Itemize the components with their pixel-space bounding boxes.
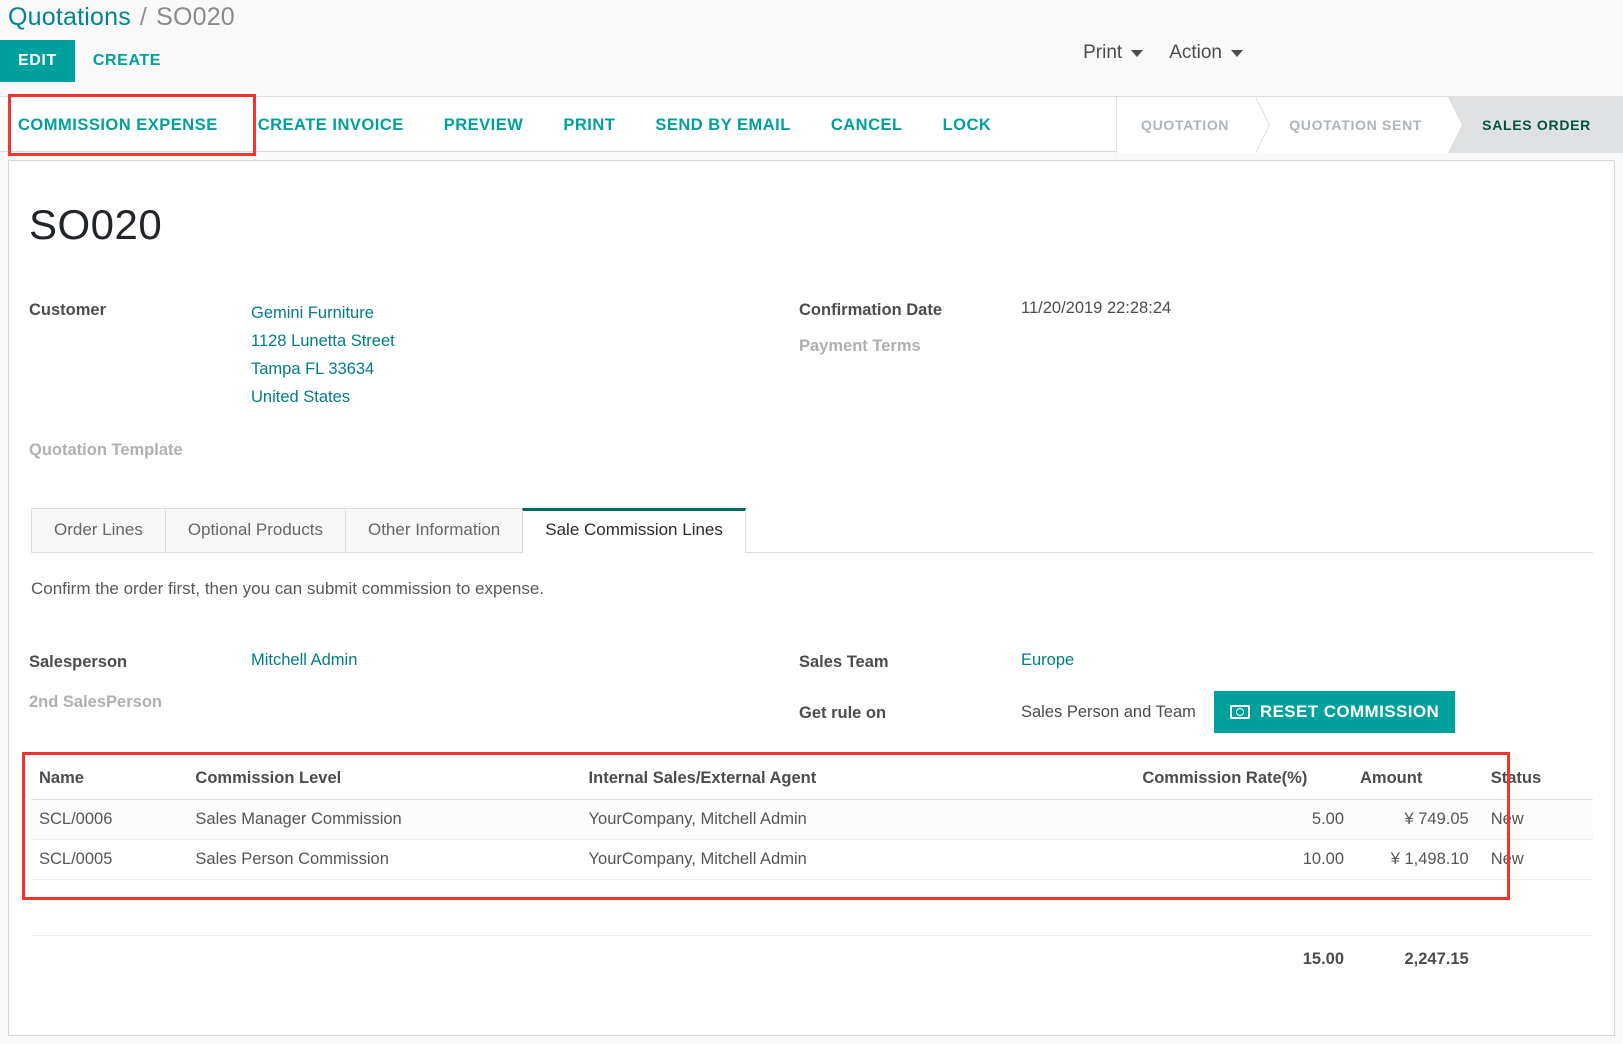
- cell-amount: ¥ 749.05: [1352, 799, 1477, 840]
- customer-name[interactable]: Gemini Furniture: [251, 299, 395, 327]
- header-fields: Customer Gemini Furniture 1128 Lunetta S…: [29, 299, 1589, 467]
- salesperson-value[interactable]: Mitchell Admin: [251, 651, 357, 670]
- get-rule-on-label: Get rule on: [799, 703, 887, 722]
- cell-agent: YourCompany, Mitchell Admin: [580, 839, 1135, 880]
- commission-table-header-row: Name Commission Level Internal Sales/Ext…: [31, 759, 1593, 800]
- record-menus: Print Action: [1083, 42, 1243, 64]
- cell-commission-rate: 5.00: [1134, 799, 1353, 840]
- payment-terms-label: Payment Terms: [799, 337, 921, 355]
- cell-agent: YourCompany, Mitchell Admin: [580, 799, 1135, 840]
- confirmation-date-value[interactable]: 11/20/2019 22:28:24: [1021, 299, 1171, 318]
- edit-button[interactable]: EDIT: [0, 40, 75, 82]
- customer-address-line-2[interactable]: Tampa FL 33634: [251, 355, 395, 383]
- lock-button[interactable]: LOCK: [923, 97, 1012, 153]
- pipeline-stage-quotation-sent[interactable]: QUOTATION SENT: [1255, 97, 1464, 153]
- commission-fields-left: Salesperson Mitchell Admin 2nd SalesPers…: [29, 651, 799, 733]
- breadcrumb-current: SO020: [156, 2, 235, 31]
- cell-commission-level: Sales Manager Commission: [187, 799, 581, 840]
- breadcrumb-root[interactable]: Quotations: [8, 3, 131, 32]
- commission-fields-right: Sales Team Europe Get rule on Sales Pers…: [799, 651, 1569, 733]
- table-row[interactable]: SCL/0006 Sales Manager Commission YourCo…: [31, 799, 1593, 840]
- commission-expense-button[interactable]: COMMISSION EXPENSE: [0, 97, 238, 153]
- field-sales-team: Sales Team Europe: [799, 651, 1569, 679]
- statusbar-actions: COMMISSION EXPENSE CREATE INVOICE PREVIE…: [0, 97, 1011, 153]
- customer-label: Customer: [29, 301, 107, 319]
- column-header-name[interactable]: Name: [31, 759, 188, 800]
- record-toolbar: EDIT CREATE: [0, 40, 179, 82]
- money-icon: [1229, 705, 1250, 719]
- print-button[interactable]: PRINT: [543, 97, 635, 153]
- commission-table-head: Name Commission Level Internal Sales/Ext…: [31, 759, 1593, 800]
- action-menu[interactable]: Action: [1169, 42, 1243, 64]
- cell-amount: ¥ 1,498.10: [1352, 839, 1477, 880]
- cancel-button[interactable]: CANCEL: [811, 97, 923, 153]
- quotation-template-label: Quotation Template: [29, 441, 183, 459]
- column-header-status[interactable]: Status: [1476, 759, 1593, 800]
- header-fields-left: Customer Gemini Furniture 1128 Lunetta S…: [29, 299, 799, 467]
- chevron-down-icon: [1131, 49, 1144, 57]
- field-customer: Customer Gemini Furniture 1128 Lunetta S…: [29, 299, 799, 411]
- commission-table-body: SCL/0006 Sales Manager Commission YourCo…: [31, 799, 1593, 936]
- customer-country[interactable]: United States: [251, 383, 395, 411]
- preview-button[interactable]: PREVIEW: [424, 97, 544, 153]
- field-quotation-template: Quotation Template: [29, 439, 799, 467]
- commission-hint-text: Confirm the order first, then you can su…: [31, 579, 545, 598]
- customer-address-line-1[interactable]: 1128 Lunetta Street: [251, 327, 395, 355]
- customer-value: Gemini Furniture 1128 Lunetta Street Tam…: [251, 299, 395, 411]
- notebook-tabs: Order Lines Optional Products Other Info…: [31, 507, 1593, 553]
- print-menu[interactable]: Print: [1083, 42, 1144, 64]
- column-header-amount[interactable]: Amount: [1352, 759, 1477, 800]
- tab-sale-commission-lines[interactable]: Sale Commission Lines: [522, 508, 746, 553]
- salesperson-label: Salesperson: [29, 653, 128, 671]
- statusbar: COMMISSION EXPENSE CREATE INVOICE PREVIE…: [0, 96, 1623, 153]
- sales-order-form: Quotations / SO020 EDIT CREATE Print Act…: [0, 0, 1623, 1044]
- cell-name: SCL/0006: [31, 799, 188, 840]
- get-rule-on-value[interactable]: Sales Person and Team: [1021, 703, 1196, 722]
- tab-order-lines[interactable]: Order Lines: [31, 508, 166, 552]
- action-menu-label: Action: [1169, 42, 1222, 63]
- tab-other-information[interactable]: Other Information: [344, 508, 524, 552]
- form-sheet: SO020 Customer Gemini Furniture 1128 Lun…: [8, 160, 1615, 1036]
- cell-status: New: [1476, 799, 1593, 840]
- confirmation-date-label: Confirmation Date: [799, 301, 943, 319]
- field-salesperson: Salesperson Mitchell Admin: [29, 651, 799, 679]
- print-menu-label: Print: [1083, 42, 1123, 63]
- sales-team-label: Sales Team: [799, 653, 889, 671]
- commission-lines-table: Name Commission Level Internal Sales/Ext…: [31, 759, 1593, 979]
- commission-table-footer: 15.00 2,247.15: [31, 935, 1593, 979]
- field-confirmation-date: Confirmation Date 11/20/2019 22:28:24: [799, 299, 1569, 327]
- send-by-email-button[interactable]: SEND BY EMAIL: [635, 97, 810, 153]
- breadcrumb: Quotations / SO020: [8, 0, 235, 34]
- table-row[interactable]: SCL/0005 Sales Person Commission YourCom…: [31, 839, 1593, 880]
- field-get-rule-on: Get rule on Sales Person and Team RESET …: [799, 691, 1569, 733]
- reset-commission-label: RESET COMMISSION: [1259, 702, 1440, 721]
- sales-team-value[interactable]: Europe: [1021, 651, 1074, 670]
- field-payment-terms: Payment Terms: [799, 335, 1569, 363]
- column-header-agent[interactable]: Internal Sales/External Agent: [580, 759, 1135, 800]
- header-fields-right: Confirmation Date 11/20/2019 22:28:24 Pa…: [799, 299, 1569, 467]
- breadcrumb-separator: /: [139, 2, 148, 31]
- pipeline-stage-sales-order[interactable]: SALES ORDER: [1448, 97, 1623, 153]
- reset-commission-button[interactable]: RESET COMMISSION: [1213, 691, 1456, 733]
- cell-status: New: [1476, 839, 1593, 880]
- cell-commission-level: Sales Person Commission: [187, 839, 581, 880]
- table-empty-row: [31, 879, 1593, 936]
- page-title: SO020: [29, 201, 163, 248]
- pipeline-stage-quotation[interactable]: QUOTATION: [1117, 97, 1271, 153]
- column-header-commission-rate[interactable]: Commission Rate(%): [1134, 759, 1353, 800]
- create-button[interactable]: CREATE: [75, 40, 179, 82]
- status-pipeline: QUOTATION QUOTATION SENT SALES ORDER: [1116, 97, 1623, 153]
- chevron-down-icon: [1231, 49, 1243, 57]
- second-salesperson-label: 2nd SalesPerson: [29, 693, 162, 711]
- commission-fields: Salesperson Mitchell Admin 2nd SalesPers…: [29, 651, 1589, 733]
- total-commission-rate: 15.00: [1134, 935, 1353, 979]
- column-header-commission-level[interactable]: Commission Level: [187, 759, 581, 800]
- field-second-salesperson: 2nd SalesPerson: [29, 691, 799, 719]
- totals-row: 15.00 2,247.15: [31, 935, 1593, 979]
- cell-commission-rate: 10.00: [1134, 839, 1353, 880]
- tab-optional-products[interactable]: Optional Products: [164, 508, 346, 552]
- cell-name: SCL/0005: [31, 839, 188, 880]
- total-amount: 2,247.15: [1352, 935, 1477, 979]
- create-invoice-button[interactable]: CREATE INVOICE: [238, 97, 424, 153]
